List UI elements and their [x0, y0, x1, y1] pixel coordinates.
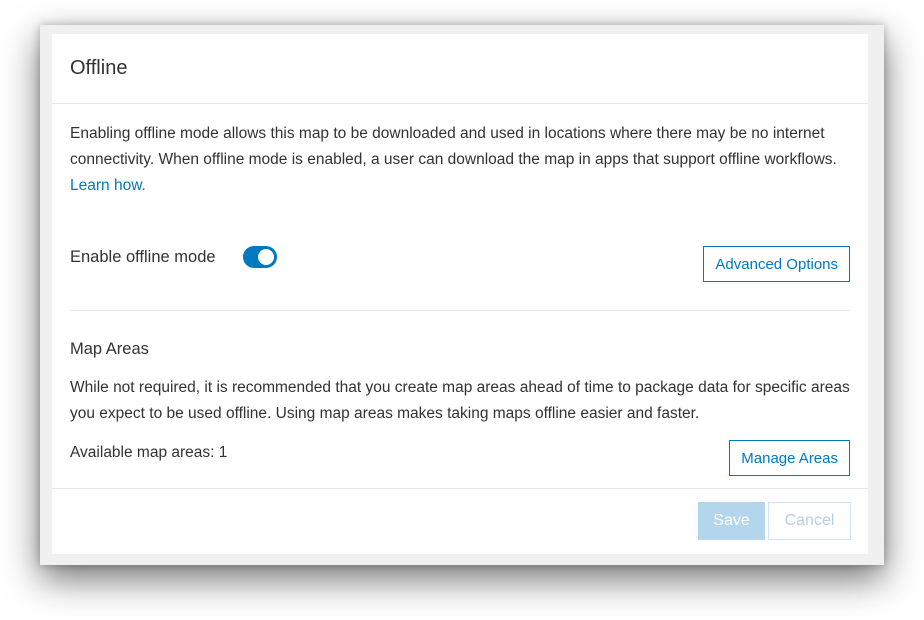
offline-dialog: Offline Enabling offline mode allows thi…: [52, 34, 868, 554]
app-window: Offline Enabling offline mode allows thi…: [40, 25, 884, 565]
toggle-knob: [256, 247, 276, 267]
dialog-footer: Save Cancel: [52, 488, 868, 554]
cancel-button[interactable]: Cancel: [768, 502, 851, 540]
offline-description: Enabling offline mode allows this map to…: [70, 121, 850, 199]
manage-areas-button[interactable]: Manage Areas: [729, 440, 850, 476]
available-map-areas: Available map areas: 1: [70, 444, 228, 461]
dialog-header: Offline: [52, 34, 868, 104]
offline-description-text: Enabling offline mode allows this map to…: [70, 125, 837, 168]
dialog-title: Offline: [70, 57, 128, 79]
save-button[interactable]: Save: [698, 502, 765, 540]
map-areas-title: Map Areas: [70, 340, 149, 358]
enable-offline-toggle[interactable]: [243, 246, 277, 268]
advanced-options-button[interactable]: Advanced Options: [703, 246, 850, 282]
learn-how-link[interactable]: Learn how.: [70, 177, 146, 194]
section-divider: [70, 310, 850, 311]
map-areas-description: While not required, it is recommended th…: [70, 379, 850, 422]
offline-mode-row: Enable offline mode Advanced Options: [70, 246, 850, 282]
map-areas-row: Available map areas: 1 Manage Areas: [70, 440, 850, 476]
enable-offline-label: Enable offline mode: [70, 248, 216, 266]
